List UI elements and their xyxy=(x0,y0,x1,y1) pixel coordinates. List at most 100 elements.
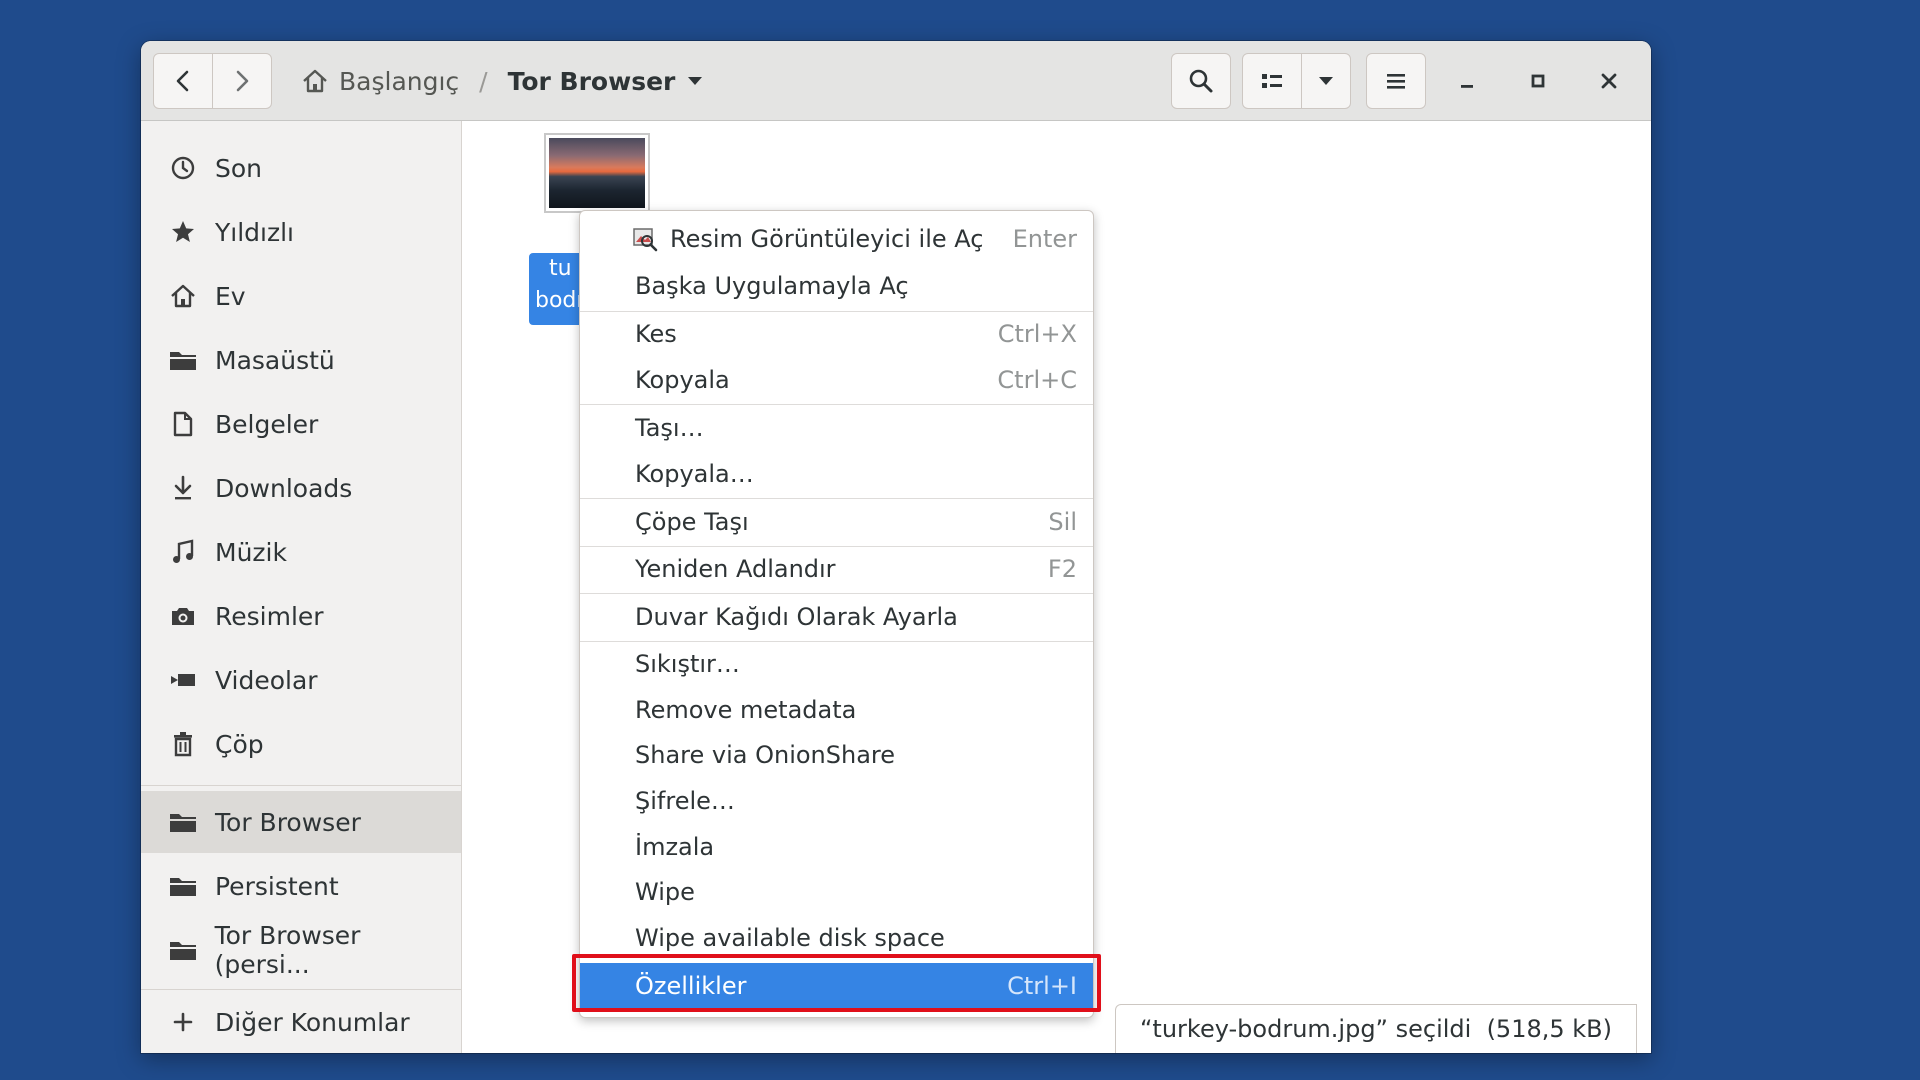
menu-item-shortcut: Enter xyxy=(1012,225,1077,253)
menu-item-remove-metadata[interactable]: Remove metadata xyxy=(580,687,1093,733)
sidebar-item-downloads[interactable]: Downloads xyxy=(141,457,461,519)
sidebar-item-ev[interactable]: Ev xyxy=(141,265,461,327)
sidebar-item-label: Resimler xyxy=(215,601,324,631)
search-button[interactable] xyxy=(1171,53,1231,109)
maximize-icon xyxy=(1531,74,1545,88)
maximize-button[interactable] xyxy=(1518,61,1558,101)
menu-item-share-onionshare[interactable]: Share via OnionShare xyxy=(580,732,1093,778)
breadcrumb-current[interactable]: Tor Browser xyxy=(508,67,704,96)
sidebar-item-label: Müzik xyxy=(215,537,287,567)
sidebar-item-label: Masaüstü xyxy=(215,345,335,375)
sidebar-item-son[interactable]: Son xyxy=(141,137,461,199)
menu-item-move-to-trash[interactable]: Çöpe Taşı Sil xyxy=(580,499,1093,545)
menu-item-open-image-viewer[interactable]: Resim Görüntüleyici ile Aç Enter xyxy=(580,216,1093,262)
menu-item-label: Wipe xyxy=(635,878,695,906)
sidebar-item-label: Yıldızlı xyxy=(215,217,294,247)
menu-item-sign[interactable]: İmzala xyxy=(580,824,1093,870)
menu-item-shortcut: Ctrl+C xyxy=(997,366,1077,394)
chevron-right-icon xyxy=(236,70,249,92)
menu-item-copy-to[interactable]: Kopyala… xyxy=(580,451,1093,497)
sidebar-item-cop[interactable]: Çöp xyxy=(141,713,461,775)
sidebar-item-label: Ev xyxy=(215,281,246,311)
sidebar-item-label: Persistent xyxy=(215,871,339,901)
menu-item-shortcut: Sil xyxy=(1048,508,1077,536)
menu-item-shortcut: Ctrl+X xyxy=(997,320,1077,348)
image-viewer-icon xyxy=(633,228,658,252)
sidebar-item-muzik[interactable]: Müzik xyxy=(141,521,461,583)
menu-item-label: Başka Uygulamayla Aç xyxy=(635,272,909,300)
menu-item-label: Wipe available disk space xyxy=(635,924,945,952)
forward-button[interactable] xyxy=(212,53,272,109)
sidebar-item-belgeler[interactable]: Belgeler xyxy=(141,393,461,455)
view-options-button[interactable] xyxy=(1301,53,1351,109)
camera-icon xyxy=(172,608,194,625)
sidebar-item-label: Downloads xyxy=(215,473,353,503)
close-icon xyxy=(1601,73,1617,89)
breadcrumb-home[interactable]: Başlangıç xyxy=(301,67,459,96)
sidebar-item-resimler[interactable]: Resimler xyxy=(141,585,461,647)
folder-icon xyxy=(170,352,196,370)
sidebar-item-yildizli[interactable]: Yıldızlı xyxy=(141,201,461,263)
back-button[interactable] xyxy=(153,53,213,109)
sidebar-item-label: Son xyxy=(215,153,263,183)
breadcrumb-current-label: Tor Browser xyxy=(507,66,676,96)
menu-item-label: Kopyala… xyxy=(635,460,754,488)
breadcrumb-home-label: Başlangıç xyxy=(339,66,460,96)
menu-item-shortcut: F2 xyxy=(1047,555,1077,583)
menu-item-label: İmzala xyxy=(635,833,715,861)
file-thumbnail[interactable] xyxy=(544,133,650,213)
menu-item-label: Kes xyxy=(635,320,677,348)
caret-down-icon xyxy=(688,77,703,85)
view-list-button[interactable] xyxy=(1242,53,1302,109)
home-icon xyxy=(303,69,327,93)
menu-item-open-with-other-app[interactable]: Başka Uygulamayla Aç xyxy=(580,263,1093,309)
search-icon xyxy=(1189,69,1213,93)
sidebar-item-other-locations[interactable]: Diğer Konumlar xyxy=(141,991,461,1053)
menu-item-label: Sıkıştır… xyxy=(635,650,740,678)
close-button[interactable] xyxy=(1589,61,1629,101)
selection-status-text: “turkey-bodrum.jpg” seçildi (518,5 kB) xyxy=(1140,1015,1612,1043)
main-menu-button[interactable] xyxy=(1366,53,1426,109)
chevron-left-icon xyxy=(176,70,189,92)
menu-item-label: Şifrele… xyxy=(635,787,735,815)
menu-item-wipe-free-space[interactable]: Wipe available disk space xyxy=(580,915,1093,961)
menu-item-set-wallpaper[interactable]: Duvar Kağıdı Olarak Ayarla xyxy=(580,594,1093,640)
sidebar-item-label: Çöp xyxy=(215,729,264,759)
minimize-button[interactable] xyxy=(1447,61,1487,101)
menu-item-label: Duvar Kağıdı Olarak Ayarla xyxy=(635,603,958,631)
sidebar-item-videolar[interactable]: Videolar xyxy=(141,649,461,711)
sidebar-item-label: Tor Browser xyxy=(215,807,361,837)
folder-icon xyxy=(170,878,196,896)
menu-item-label: Yeniden Adlandır xyxy=(635,555,836,583)
document-icon xyxy=(173,411,193,437)
sidebar-item-label: Tor Browser (persi... xyxy=(214,921,361,979)
menu-item-compress[interactable]: Sıkıştır… xyxy=(580,641,1093,687)
sidebar-item-tor-browser-persistent[interactable]: Tor Browser (persi... xyxy=(141,919,461,981)
home-icon xyxy=(171,284,195,308)
hamburger-menu-icon xyxy=(1387,74,1405,89)
sidebar-item-masaustu[interactable]: Masaüstü xyxy=(141,329,461,391)
menu-item-label: Çöpe Taşı xyxy=(635,508,749,536)
star-icon xyxy=(172,221,194,242)
menu-item-label: Taşı… xyxy=(635,414,704,442)
sidebar-item-tor-browser[interactable]: Tor Browser xyxy=(141,791,461,853)
menu-item-move-to[interactable]: Taşı… xyxy=(580,405,1093,451)
sidebar-item-label: Diğer Konumlar xyxy=(215,1007,410,1037)
clock-icon xyxy=(171,156,195,180)
header-bar: Başlangıç / Tor Browser xyxy=(141,41,1651,121)
sidebar-divider xyxy=(141,785,461,786)
sunset-image-thumbnail xyxy=(549,138,645,208)
plus-icon xyxy=(173,1012,193,1032)
menu-item-rename[interactable]: Yeniden Adlandır F2 xyxy=(580,546,1093,592)
folder-icon xyxy=(169,942,196,960)
sidebar-item-persistent[interactable]: Persistent xyxy=(141,855,461,917)
list-view-icon xyxy=(1262,74,1282,88)
sidebar: Son Yıldızlı Ev Masaüstü Belgeler Downlo… xyxy=(141,121,462,1053)
menu-item-cut[interactable]: Kes Ctrl+X xyxy=(580,311,1093,357)
menu-item-wipe[interactable]: Wipe xyxy=(580,869,1093,915)
menu-item-encrypt[interactable]: Şifrele… xyxy=(580,778,1093,824)
breadcrumb-separator: / xyxy=(479,66,488,96)
menu-item-properties[interactable]: Özellikler Ctrl+I xyxy=(580,963,1093,1009)
menu-item-copy[interactable]: Kopyala Ctrl+C xyxy=(580,357,1093,403)
sidebar-item-label: Videolar xyxy=(215,665,318,695)
